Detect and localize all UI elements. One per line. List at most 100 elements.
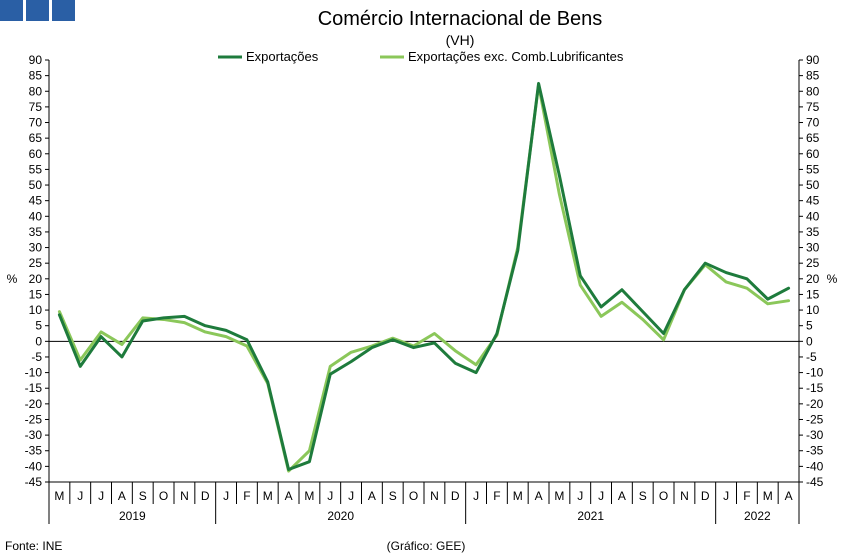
x-tick-label: N xyxy=(680,489,689,503)
x-axis: M J J A S O N D J F M A M J J A S O N D J F M A M J J A S O N D J F M A2019… xyxy=(48,481,800,524)
y-tick-label-right: -5 xyxy=(806,350,817,364)
y-tick-label-left: 60 xyxy=(29,147,43,161)
y-tick-label-left: 80 xyxy=(29,84,43,98)
year-label: 2020 xyxy=(327,509,354,523)
y-tick-label-left: 75 xyxy=(29,100,43,114)
series-layer xyxy=(57,81,791,473)
chart-subtitle: (VH) xyxy=(446,32,475,48)
y-tick-label-right: -30 xyxy=(806,428,824,442)
y-tick-label-left: 25 xyxy=(29,256,43,270)
y-tick-label-left: -30 xyxy=(25,428,43,442)
x-tick-label: O xyxy=(159,489,168,503)
y-tick-label-right: 80 xyxy=(806,84,820,98)
x-tick-label: D xyxy=(201,489,210,503)
x-tick-label: M xyxy=(513,489,523,503)
y-tick-label-right: 50 xyxy=(806,178,820,192)
y-tick-label-right: 10 xyxy=(806,303,820,317)
x-tick-label: O xyxy=(659,489,668,503)
y-tick-label-left: 0 xyxy=(35,334,42,348)
year-label: 2019 xyxy=(119,509,146,523)
y-tick-label-left: -10 xyxy=(25,366,43,380)
line-chart: Comércio Internacional de Bens (VH) Expo… xyxy=(5,8,838,553)
series-line-exportacoes-exc xyxy=(57,83,791,473)
x-tick-label: A xyxy=(785,489,793,503)
x-tick-label: A xyxy=(535,489,543,503)
x-tick-label: J xyxy=(473,489,479,503)
x-tick-label: O xyxy=(409,489,418,503)
y-tick-label-left: 30 xyxy=(29,241,43,255)
y-tick-label-left: -40 xyxy=(25,459,43,473)
y-tick-label-left: 45 xyxy=(29,194,43,208)
y-tick-label-right: -40 xyxy=(806,459,824,473)
x-tick-label: A xyxy=(118,489,126,503)
y-tick-label-right: 60 xyxy=(806,147,820,161)
y-tick-label-right: 90 xyxy=(806,53,820,67)
y-tick-label-right: -35 xyxy=(806,444,824,458)
y-tick-label-left: -5 xyxy=(31,350,42,364)
x-tick-label: J xyxy=(348,489,354,503)
y-tick-label-right: 40 xyxy=(806,209,820,223)
source-note: Fonte: INE xyxy=(5,539,62,553)
year-label: 2021 xyxy=(577,509,604,523)
x-tick-label: A xyxy=(285,489,293,503)
x-tick-label: N xyxy=(430,489,439,503)
x-tick-label: M xyxy=(263,489,273,503)
y-axis-left: 908580757065605550454035302520151050-5-1… xyxy=(25,53,50,489)
y-tick-label-right: 25 xyxy=(806,256,820,270)
y-tick-label-left: 15 xyxy=(29,287,43,301)
x-tick-label: J xyxy=(223,489,229,503)
y-tick-label-left: 5 xyxy=(35,319,42,333)
x-tick-label: M xyxy=(304,489,314,503)
year-label: 2022 xyxy=(744,509,771,523)
x-tick-label: S xyxy=(389,489,397,503)
x-tick-label: S xyxy=(139,489,147,503)
x-tick-label: F xyxy=(743,489,750,503)
y-tick-label-left: 65 xyxy=(29,131,43,145)
y-tick-label-left: -20 xyxy=(25,397,43,411)
x-tick-label: A xyxy=(618,489,626,503)
x-tick-label: F xyxy=(493,489,500,503)
credit-note: (Gráfico: GEE) xyxy=(387,539,466,553)
y-tick-label-right: 75 xyxy=(806,100,820,114)
y-tick-label-left: 20 xyxy=(29,272,43,286)
x-tick-label: M xyxy=(54,489,64,503)
y-tick-label-right: 5 xyxy=(806,319,813,333)
x-tick-label: D xyxy=(451,489,460,503)
y-axis-right: 908580757065605550454035302520151050-5-1… xyxy=(798,53,824,489)
y-tick-label-right: 55 xyxy=(806,162,820,176)
y-tick-label-right: 15 xyxy=(806,287,820,301)
x-tick-label: S xyxy=(639,489,647,503)
y-tick-label-right: 0 xyxy=(806,334,813,348)
x-tick-label: J xyxy=(77,489,83,503)
x-tick-label: J xyxy=(723,489,729,503)
y-tick-label-left: 35 xyxy=(29,225,43,239)
x-tick-label: A xyxy=(368,489,376,503)
legend: Exportações Exportações exc. Comb.Lubrif… xyxy=(218,49,624,64)
y-axis-label-right: % xyxy=(827,272,838,286)
y-tick-label-left: 70 xyxy=(29,116,43,130)
y-tick-label-right: 20 xyxy=(806,272,820,286)
y-axis-label-left: % xyxy=(7,272,18,286)
y-tick-label-right: -25 xyxy=(806,412,824,426)
y-tick-label-right: 45 xyxy=(806,194,820,208)
y-tick-label-left: 50 xyxy=(29,178,43,192)
x-tick-label: J xyxy=(327,489,333,503)
legend-label-exportacoes: Exportações xyxy=(246,49,319,64)
y-tick-label-right: -15 xyxy=(806,381,824,395)
y-tick-label-right: -20 xyxy=(806,397,824,411)
y-tick-label-right: -45 xyxy=(806,475,824,489)
x-tick-label: N xyxy=(180,489,189,503)
y-tick-label-left: -35 xyxy=(25,444,43,458)
y-tick-label-left: 10 xyxy=(29,303,43,317)
y-tick-label-left: -45 xyxy=(25,475,43,489)
y-tick-label-left: 55 xyxy=(29,162,43,176)
y-tick-label-left: 40 xyxy=(29,209,43,223)
chart-title: Comércio Internacional de Bens xyxy=(318,8,603,30)
y-tick-label-right: -10 xyxy=(806,366,824,380)
x-tick-label: D xyxy=(701,489,710,503)
x-tick-label: M xyxy=(763,489,773,503)
y-tick-label-right: 85 xyxy=(806,69,820,83)
x-tick-label: J xyxy=(98,489,104,503)
x-tick-label: M xyxy=(554,489,564,503)
series-line-exportacoes xyxy=(57,81,791,471)
